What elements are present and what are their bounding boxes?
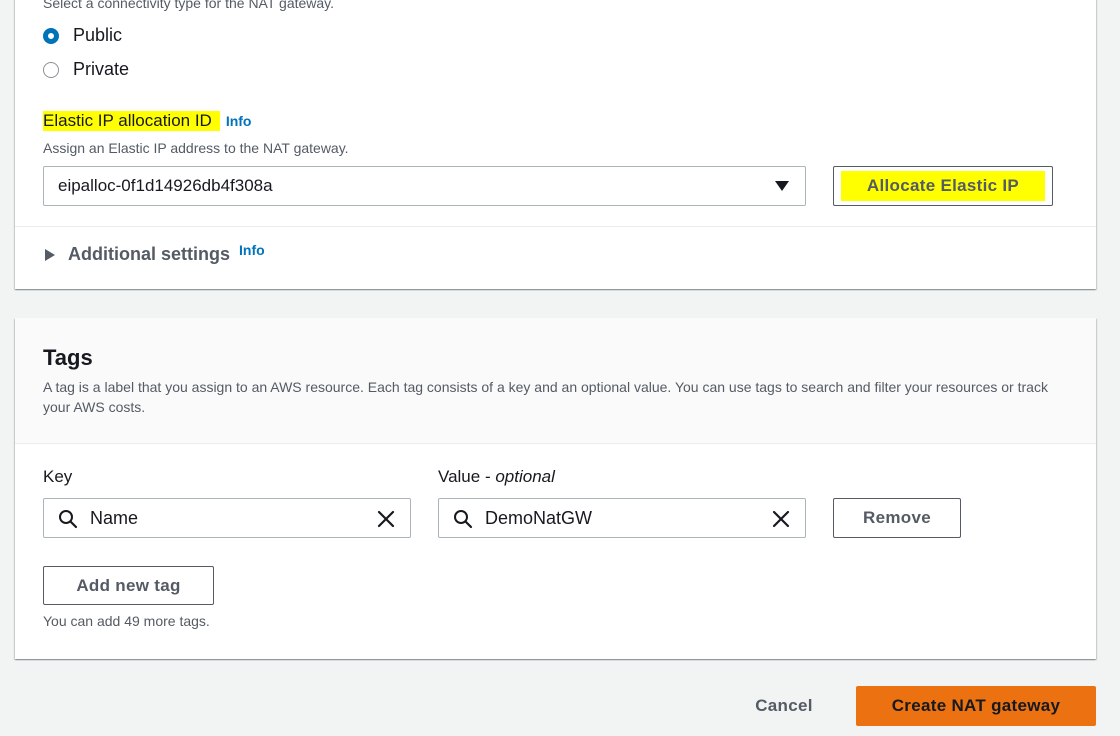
close-icon[interactable] bbox=[771, 509, 791, 529]
caret-right-icon bbox=[45, 248, 55, 261]
elastic-ip-info-link[interactable]: Info bbox=[226, 113, 252, 129]
radio-public-label: Public bbox=[73, 25, 123, 45]
additional-settings-info-link[interactable]: Info bbox=[239, 242, 265, 258]
elastic-ip-label-row: Elastic IP allocation ID Info bbox=[43, 111, 251, 131]
tags-panel: Tags A tag is a label that you assign to… bbox=[15, 318, 1096, 659]
radio-private[interactable]: Private bbox=[43, 59, 129, 80]
elastic-ip-select[interactable]: eipalloc-0f1d14926db4f308a bbox=[43, 166, 806, 206]
search-icon bbox=[59, 510, 78, 529]
value-optional-text: optional bbox=[495, 467, 555, 486]
radio-public[interactable]: Public bbox=[43, 25, 122, 46]
caret-down-icon bbox=[775, 181, 789, 191]
divider bbox=[15, 226, 1096, 227]
radio-private-indicator[interactable] bbox=[43, 61, 59, 78]
tag-key-value: Name bbox=[90, 507, 139, 528]
tags-description: A tag is a label that you assign to an A… bbox=[43, 379, 1048, 415]
elastic-ip-select-value: eipalloc-0f1d14926db4f308a bbox=[58, 176, 273, 195]
allocate-elastic-ip-button[interactable]: Allocate Elastic IP bbox=[833, 166, 1053, 206]
tag-value-input[interactable]: DemoNatGW bbox=[438, 498, 806, 538]
radio-public-indicator[interactable] bbox=[43, 27, 59, 44]
radio-private-label: Private bbox=[73, 59, 130, 79]
cancel-button[interactable]: Cancel bbox=[738, 686, 830, 726]
elastic-ip-description: Assign an Elastic IP address to the NAT … bbox=[43, 140, 349, 156]
tags-title: Tags bbox=[43, 345, 93, 370]
nat-settings-panel: Select a connectivity type for the NAT g… bbox=[15, 0, 1096, 289]
value-label-text: Value - bbox=[438, 467, 496, 486]
additional-settings-toggle[interactable]: Additional settings Info bbox=[45, 242, 265, 265]
additional-settings-label: Additional settings bbox=[68, 244, 230, 264]
create-nat-gateway-button[interactable]: Create NAT gateway bbox=[856, 686, 1096, 726]
value-label: Value - optional bbox=[438, 467, 555, 487]
connectivity-description: Select a connectivity type for the NAT g… bbox=[43, 0, 335, 11]
tag-value-value: DemoNatGW bbox=[485, 507, 593, 528]
close-icon[interactable] bbox=[376, 509, 396, 529]
allocate-elastic-ip-label: Allocate Elastic IP bbox=[840, 171, 1046, 201]
elastic-ip-label: Elastic IP allocation ID bbox=[43, 111, 220, 131]
tags-header: Tags A tag is a label that you assign to… bbox=[15, 318, 1096, 444]
tag-key-input[interactable]: Name bbox=[43, 498, 411, 538]
remaining-tags-text: You can add 49 more tags. bbox=[43, 613, 210, 629]
remove-tag-button[interactable]: Remove bbox=[833, 498, 961, 538]
add-new-tag-button[interactable]: Add new tag bbox=[43, 566, 214, 605]
key-label: Key bbox=[43, 467, 73, 486]
search-icon bbox=[454, 510, 473, 529]
